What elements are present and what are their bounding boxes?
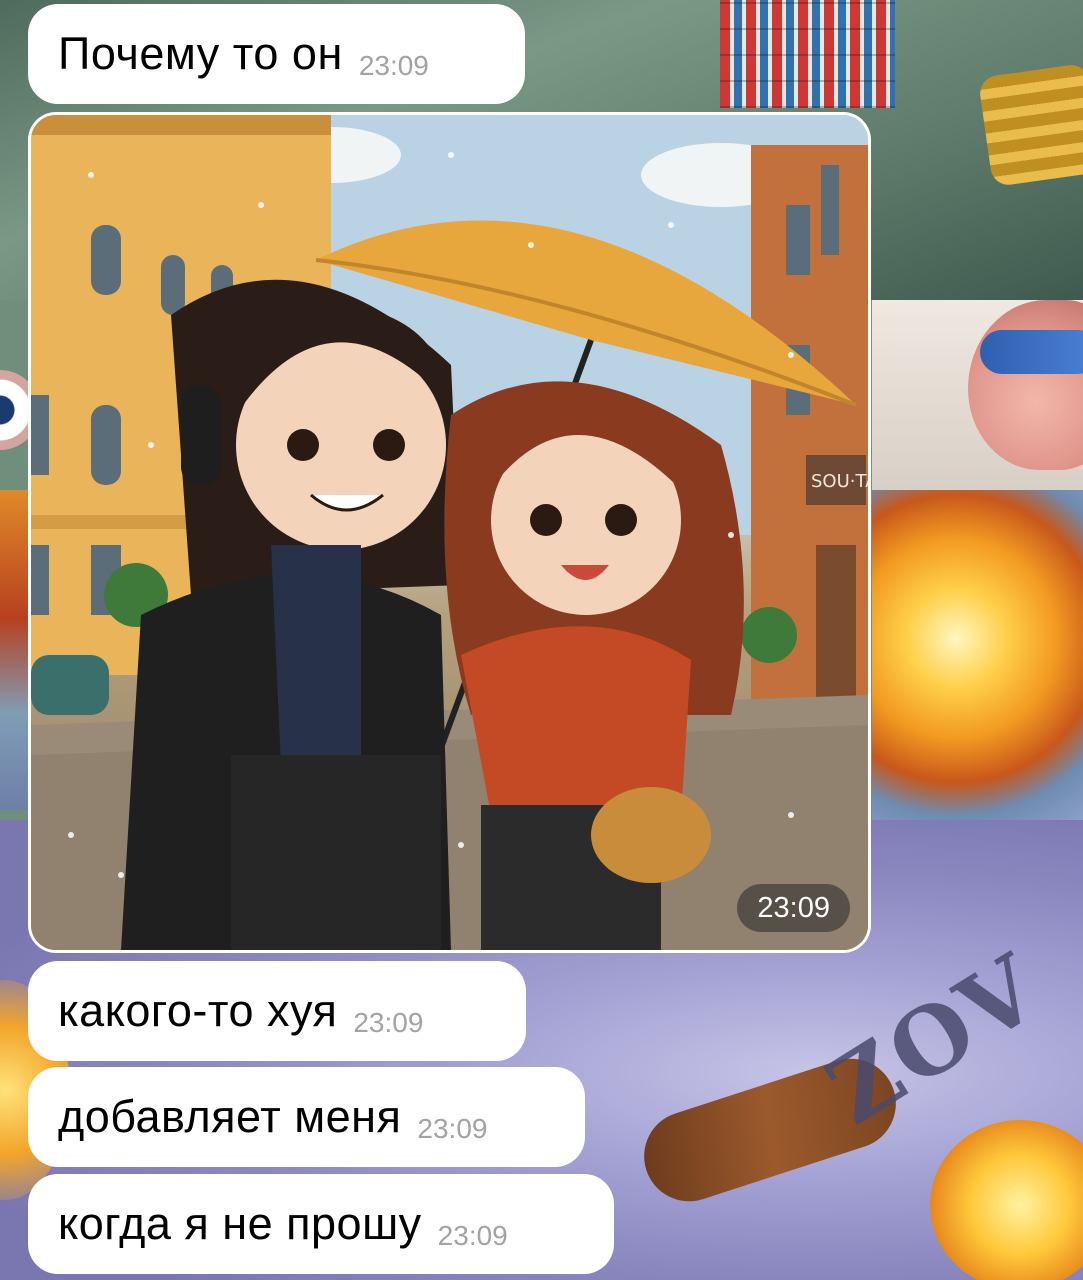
message-time: 23:09 [353, 1007, 424, 1038]
message-text: какого-то хуя [58, 985, 338, 1036]
message-time: 23:09 [437, 1220, 508, 1251]
photo-message[interactable]: SOU·TA [28, 112, 871, 953]
wallpaper-explosion [872, 490, 1083, 820]
message-time: 23:09 [358, 50, 429, 81]
message-bubble[interactable]: добавляет меня 23:09 [28, 1067, 585, 1167]
message-bubble[interactable]: когда я не прошу 23:09 [28, 1174, 614, 1274]
wallpaper-medal-ribbons [720, 0, 895, 108]
wallpaper-bandana [980, 330, 1083, 374]
message-time: 23:09 [417, 1113, 488, 1144]
shop-sign-text: SOU·TA [811, 471, 868, 492]
message-text: Почему то он [58, 28, 343, 79]
message-bubble[interactable]: какого-то хуя 23:09 [28, 961, 526, 1061]
illustration: SOU·TA [31, 115, 868, 950]
message-bubble[interactable]: Почему то он 23:09 [28, 4, 525, 104]
message-text: когда я не прошу [58, 1198, 422, 1249]
photo-image[interactable]: SOU·TA [31, 115, 868, 950]
photo-time: 23:09 [737, 884, 850, 932]
message-text: добавляет меня [58, 1091, 402, 1142]
wallpaper-gold-stripes [977, 62, 1083, 188]
